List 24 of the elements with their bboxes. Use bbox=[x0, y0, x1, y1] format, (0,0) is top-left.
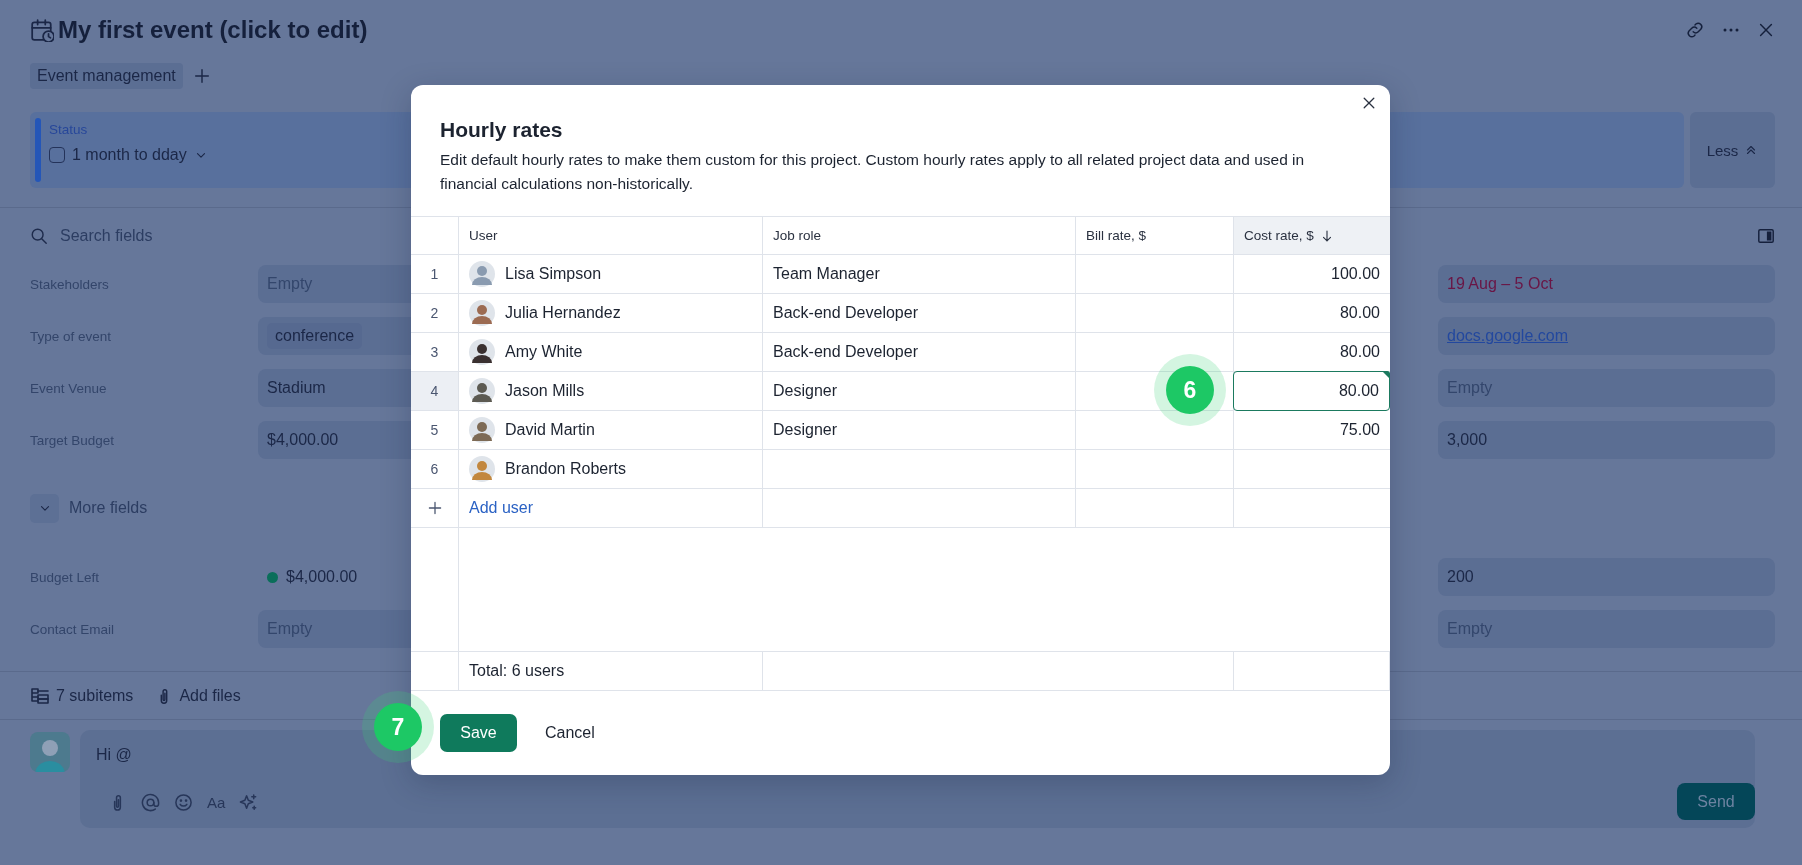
table-cell: Back-end Developer bbox=[763, 333, 1076, 372]
user-name: Lisa Simpson bbox=[505, 265, 602, 283]
table-cell: 80.00 bbox=[1234, 294, 1390, 333]
dialog-description: Edit default hourly rates to make them custom for this project. Custom hourly rates apply to all related project data and used in financial calculations non-historically. bbox=[440, 150, 1306, 194]
table-cell: Designer bbox=[763, 372, 1076, 411]
row-number: 1 bbox=[411, 255, 459, 294]
user-name: Jason Mills bbox=[505, 382, 585, 400]
row-number: 4 bbox=[411, 372, 459, 411]
table-cell: 75.00 bbox=[1234, 411, 1390, 450]
table-cell: 80.00 bbox=[1234, 333, 1390, 372]
row-number: 6 bbox=[411, 450, 459, 489]
table-cell: Back-end Developer bbox=[763, 294, 1076, 333]
row-number: 2 bbox=[411, 294, 459, 333]
row-number: 5 bbox=[411, 411, 459, 450]
table-cell: Team Manager bbox=[763, 255, 1076, 294]
total-label: Total: 6 users bbox=[459, 652, 763, 691]
comment-text: Hi @ bbox=[96, 746, 133, 764]
dialog-title: Hourly rates bbox=[440, 118, 564, 142]
table-cell: Designer bbox=[763, 411, 1076, 450]
user-name: Amy White bbox=[505, 343, 583, 361]
user-name: Julia Hernandez bbox=[505, 304, 621, 322]
table-cell: 100.00 bbox=[1234, 255, 1390, 294]
user-name: Brandon Roberts bbox=[505, 460, 626, 478]
user-name: David Martin bbox=[505, 421, 595, 439]
